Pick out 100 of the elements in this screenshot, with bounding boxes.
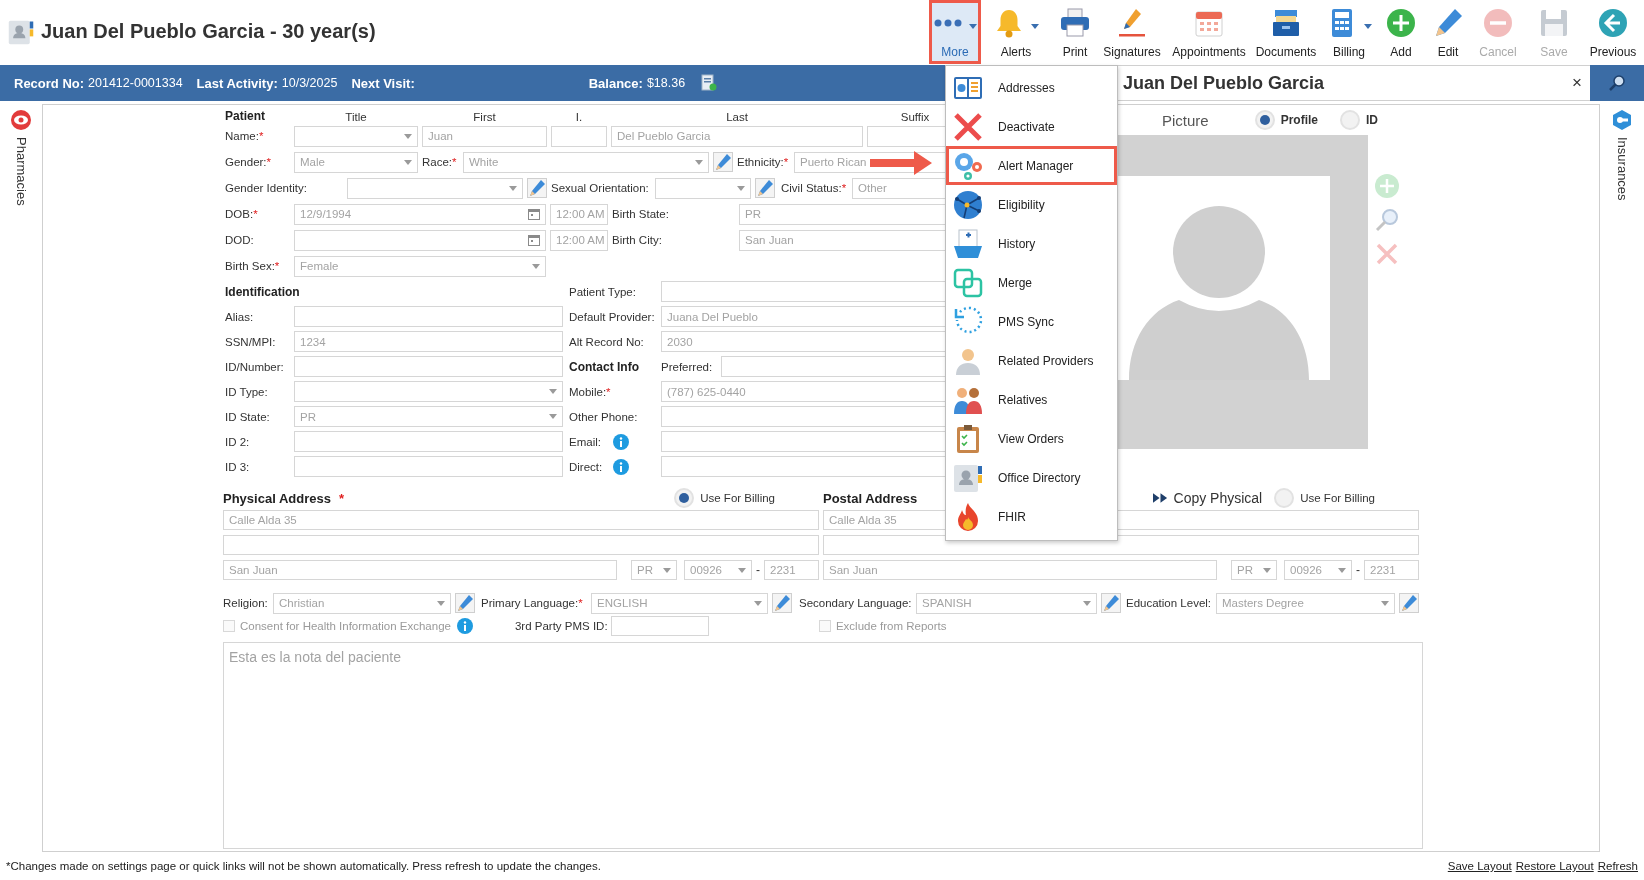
text-field[interactable]: San Juan (823, 560, 1217, 580)
menu-item[interactable]: View Orders (946, 419, 1117, 458)
dropdown-field[interactable]: Christian (273, 592, 451, 614)
search-icon (1607, 73, 1627, 93)
plus-icon (1385, 7, 1417, 39)
text-field[interactable]: Del Pueblo Garcia (611, 125, 863, 147)
dropdown-field[interactable]: Female (294, 255, 546, 277)
pointer-arrow (870, 150, 932, 176)
dropdown-field[interactable]: White (463, 151, 709, 173)
footer-note: *Changes made on settings page or quick links will not be shown automatically. Press refresh to update the changes. (6, 860, 601, 872)
dropdown-field[interactable]: Masters Degree (1216, 592, 1395, 614)
radio-button[interactable]: Use For Billing (674, 488, 775, 508)
dropdown-field[interactable] (655, 177, 751, 199)
appointments-button[interactable]: Appointments (1166, 1, 1252, 63)
panel-title: Juan Del Pueblo Garcia (1123, 72, 1325, 94)
text-field[interactable] (551, 125, 607, 147)
search-button[interactable] (1590, 65, 1644, 101)
dropdown-field[interactable]: PR (294, 406, 563, 427)
previous-button[interactable]: Previous (1584, 1, 1642, 63)
field-label: Birth Sex:* (225, 260, 280, 272)
radio-button[interactable]: Use For Billing (1274, 488, 1375, 508)
menu-item[interactable]: Addresses (946, 68, 1117, 107)
dropdown-field[interactable]: 00926 (1284, 560, 1352, 580)
caret-icon[interactable] (1364, 23, 1372, 29)
pencil-icon[interactable] (755, 178, 775, 198)
field-label: SSN/MPI: (225, 335, 276, 348)
caret-icon (404, 159, 412, 165)
dropdown-field[interactable] (294, 125, 418, 147)
field-label: Birth City: (612, 234, 662, 246)
plus-icon[interactable] (1374, 173, 1400, 199)
info-icon[interactable] (613, 458, 629, 475)
caret-icon (1381, 600, 1389, 606)
magnifier-icon[interactable] (1374, 207, 1400, 233)
cross-icon[interactable] (1374, 241, 1400, 267)
billing-button[interactable]: Billing (1320, 1, 1378, 63)
dropdown-field[interactable] (347, 177, 523, 199)
text-field[interactable] (294, 431, 563, 452)
time-field[interactable]: 12:00 AM (550, 229, 608, 251)
pencil-icon[interactable] (713, 152, 733, 172)
tag-icon (1611, 109, 1633, 131)
text-field[interactable] (294, 306, 563, 327)
text-field[interactable]: 2231 (764, 560, 819, 580)
date-field[interactable] (294, 229, 546, 251)
menu-item[interactable]: Merge (946, 263, 1117, 302)
alerts-button[interactable]: Alerts (980, 1, 1052, 63)
radio-button[interactable]: Profile (1254, 110, 1318, 130)
calendar-icon[interactable] (528, 208, 540, 220)
more-button[interactable]: More (930, 1, 980, 63)
close-button[interactable]: × (1572, 73, 1582, 93)
print-button[interactable]: Print (1052, 1, 1098, 63)
add-button[interactable]: Add (1378, 1, 1424, 63)
side-tab[interactable]: Pharmacies (10, 109, 32, 206)
section-heading: Postal Address (823, 490, 918, 506)
info-icon[interactable] (613, 433, 629, 450)
dropdown-field[interactable]: ENGLISH (591, 592, 768, 614)
field-label: ID 2: (225, 435, 250, 448)
pencil-icon[interactable] (455, 593, 475, 613)
copy-physical-button[interactable]: Copy Physical (1152, 490, 1263, 506)
info-icon[interactable] (456, 618, 473, 634)
pencil-icon[interactable] (1399, 593, 1419, 613)
text-field[interactable] (610, 616, 709, 636)
footer-link[interactable]: Save Layout (1447, 860, 1512, 872)
menu-item[interactable]: Deactivate (946, 107, 1117, 146)
text-field[interactable] (294, 356, 563, 377)
medical-record-icon (952, 227, 984, 260)
field-label: Ethnicity:* (737, 156, 789, 168)
pencil-icon[interactable] (772, 593, 792, 613)
text-field[interactable]: Juan (422, 125, 547, 147)
text-field[interactable] (823, 535, 1419, 555)
signatures-button[interactable]: Signatures (1098, 1, 1166, 63)
text-field[interactable] (294, 456, 563, 477)
footer-link[interactable]: Refresh (1597, 860, 1638, 872)
dropdown-field[interactable]: PR (631, 560, 677, 580)
text-field[interactable]: Calle Alda 35 (223, 510, 819, 530)
edit-button[interactable]: Edit (1424, 1, 1472, 63)
caret-icon[interactable] (969, 23, 977, 29)
dropdown-field[interactable]: SPANISH (916, 592, 1097, 614)
time-field[interactable]: 12:00 AM (550, 203, 608, 225)
dropdown-field[interactable] (294, 381, 563, 402)
dropdown-field[interactable]: Male (294, 151, 418, 173)
footer-link[interactable]: Restore Layout (1515, 860, 1594, 872)
documents-button[interactable]: Documents (1252, 1, 1320, 63)
dropdown-field[interactable]: 00926 (684, 560, 752, 580)
date-field[interactable]: 12/9/1994 (294, 203, 546, 225)
text-field[interactable]: San Juan (223, 560, 617, 580)
caret-icon (404, 133, 412, 139)
dropdown-field[interactable]: PR (1231, 560, 1277, 580)
document-icon[interactable] (701, 74, 718, 92)
text-field[interactable] (223, 535, 819, 555)
notes-field[interactable]: Esta es la nota del paciente (223, 642, 1423, 849)
side-tab[interactable]: Insurances (1611, 109, 1633, 201)
text-field[interactable]: 1234 (294, 331, 563, 352)
caret-icon (754, 600, 762, 606)
menu-item[interactable]: Office Directory (946, 458, 1117, 497)
text-field[interactable]: 2231 (1364, 560, 1419, 580)
calendar-icon[interactable] (528, 234, 540, 246)
caret-icon[interactable] (1031, 23, 1039, 29)
section-heading: Contact Info (569, 359, 639, 374)
pencil-icon[interactable] (527, 178, 547, 198)
pencil-icon[interactable] (1101, 593, 1121, 613)
